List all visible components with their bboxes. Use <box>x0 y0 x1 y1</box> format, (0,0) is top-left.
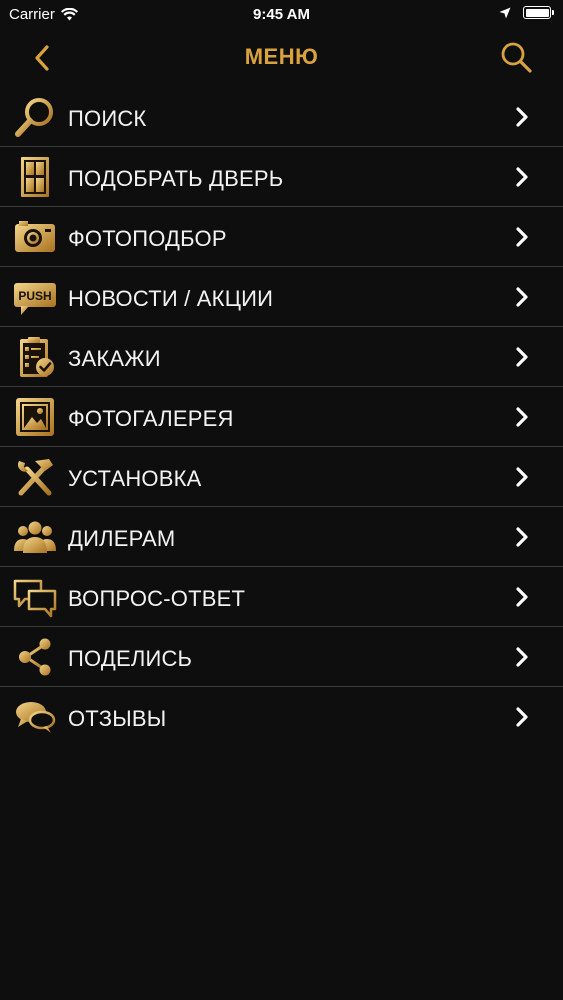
location-arrow-icon <box>499 7 511 18</box>
magnifier-icon <box>15 98 53 137</box>
chevron-right-icon <box>516 527 528 547</box>
menu-item-photo-selection[interactable]: ФОТОПОДБОР <box>0 207 563 267</box>
menu-item-label: УСТАНОВКА <box>68 466 202 491</box>
chevron-right-icon <box>516 707 528 727</box>
chat-bubbles-icon <box>13 579 57 618</box>
camera-icon <box>15 221 55 252</box>
push-icon-text: PUSH <box>18 289 51 303</box>
chevron-right-icon <box>516 227 528 247</box>
share-icon <box>19 638 51 676</box>
chevron-right-icon <box>516 467 528 487</box>
menu-item-label: НОВОСТИ / АКЦИИ <box>68 286 274 311</box>
menu-item-faq[interactable]: ВОПРОС-ОТВЕТ <box>0 567 563 627</box>
screen: Carrier 9:45 AM МЕНЮ ПОИСК ПОДОБРАТЬ ДВЕ… <box>0 0 563 1000</box>
speech-bubbles-icon <box>16 702 56 733</box>
menu-item-choose-door[interactable]: ПОДОБРАТЬ ДВЕРЬ <box>0 147 563 207</box>
page-title: МЕНЮ <box>244 44 319 69</box>
battery-fill <box>525 8 549 17</box>
people-group-icon <box>14 521 56 553</box>
status-right <box>499 6 554 19</box>
menu-item-reviews[interactable]: ОТЗЫВЫ <box>0 687 563 747</box>
door-icon <box>21 157 49 197</box>
menu-item-photo-gallery[interactable]: ФОТОГАЛЕРЕЯ <box>0 387 563 447</box>
menu-item-label: ФОТОГАЛЕРЕЯ <box>68 406 234 431</box>
menu-item-label: ЗАКАЖИ <box>68 346 161 371</box>
menu-item-label: ПОДЕЛИСЬ <box>68 646 193 671</box>
status-bar: Carrier 9:45 AM <box>0 0 563 30</box>
chevron-right-icon <box>516 407 528 427</box>
menu-item-label: ОТЗЫВЫ <box>68 706 167 731</box>
menu-item-news-promotions[interactable]: PUSH НОВОСТИ / АКЦИИ <box>0 267 563 327</box>
chevron-right-icon <box>516 647 528 667</box>
chevron-right-icon <box>516 167 528 187</box>
menu-item-label: ДИЛЕРАМ <box>68 526 176 551</box>
menu-list: ПОИСК ПОДОБРАТЬ ДВЕРЬ ФОТОПОДБОР PUSH НО… <box>0 87 563 747</box>
menu-item-label: ВОПРОС-ОТВЕТ <box>68 586 246 611</box>
menu-item-order[interactable]: ЗАКАЖИ <box>0 327 563 387</box>
chevron-right-icon <box>516 107 528 127</box>
menu-item-installation[interactable]: УСТАНОВКА <box>0 447 563 507</box>
menu-item-share[interactable]: ПОДЕЛИСЬ <box>0 627 563 687</box>
status-time: 9:45 AM <box>253 6 310 23</box>
battery-icon <box>523 6 554 19</box>
chevron-right-icon <box>516 347 528 367</box>
picture-frame-icon <box>16 398 54 436</box>
chevron-right-icon <box>516 587 528 607</box>
nav-bar: МЕНЮ <box>0 30 563 86</box>
chevron-right-icon <box>516 287 528 307</box>
menu-item-label: ПОИСК <box>68 106 147 131</box>
hammer-wrench-icon <box>17 459 53 496</box>
push-icon: PUSH <box>14 283 56 315</box>
clipboard-check-icon <box>20 337 54 377</box>
menu-item-dealers[interactable]: ДИЛЕРАМ <box>0 507 563 567</box>
menu-item-label: ПОДОБРАТЬ ДВЕРЬ <box>68 166 284 191</box>
search-icon[interactable] <box>499 40 533 74</box>
menu-item-label: ФОТОПОДБОР <box>68 226 227 251</box>
menu-item-search[interactable]: ПОИСК <box>0 87 563 147</box>
